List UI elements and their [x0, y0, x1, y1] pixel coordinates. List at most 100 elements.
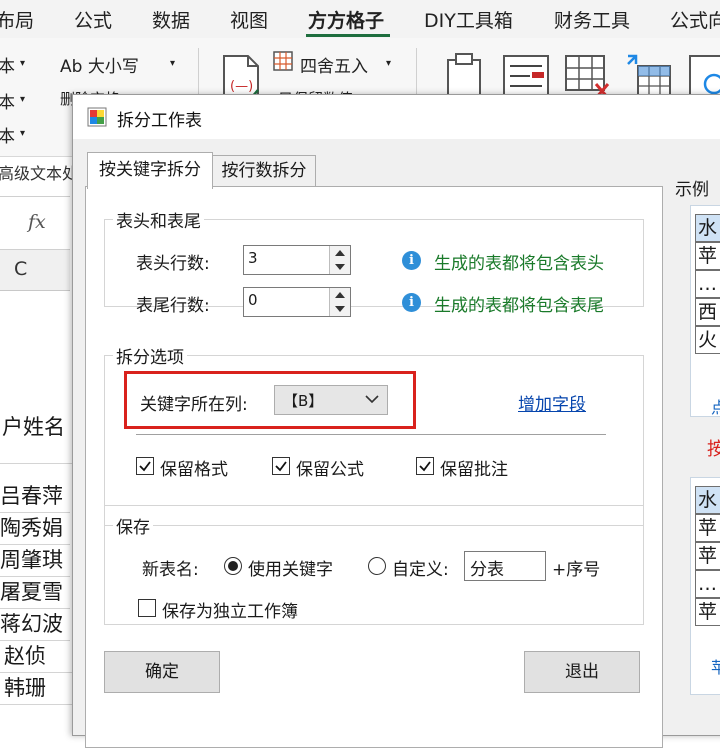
example-bottom-panel: 水 苹 苹 … 苹 苹: [690, 477, 720, 695]
triangle-down-icon: [335, 306, 345, 312]
ribbon-tab-view[interactable]: 视图: [230, 6, 268, 33]
suffix-label: +序号: [552, 560, 601, 580]
header-rows-stepper[interactable]: 3: [243, 245, 351, 275]
custom-name-input[interactable]: 分表: [464, 551, 546, 581]
tab-split-by-keyword[interactable]: 按关键字拆分: [87, 152, 213, 189]
chevron-down-icon[interactable]: ▾: [386, 58, 391, 69]
formula-bar: fx: [0, 196, 70, 250]
example-cell: …: [695, 570, 720, 598]
cell[interactable]: 赵侦: [0, 641, 74, 673]
custom-name-label[interactable]: 自定义:: [392, 555, 449, 580]
group-label-advanced-text: 高级文本处: [0, 164, 79, 183]
dialog-title: 拆分工作表: [117, 111, 202, 131]
key-column-dropdown[interactable]: 【B】: [274, 385, 388, 415]
options-divider: [136, 434, 606, 435]
check-icon: [139, 461, 151, 472]
triangle-down-icon: [335, 264, 345, 270]
cell[interactable]: 韩珊: [0, 673, 74, 705]
ribbon-tab-fangfang[interactable]: 方方格子: [308, 6, 384, 33]
stepper-buttons: [329, 288, 350, 316]
round-button[interactable]: 四舍五入: [300, 52, 368, 77]
chevron-down-icon[interactable]: ▾: [20, 58, 25, 69]
header-hint: 生成的表都将包含表头: [434, 254, 604, 274]
custom-name-radio[interactable]: [368, 557, 386, 575]
example-cell: 西: [695, 298, 720, 326]
column-header-c[interactable]: C: [14, 258, 27, 280]
chevron-down-icon[interactable]: ▾: [170, 58, 175, 69]
function-icon[interactable]: fx: [28, 211, 46, 233]
stepper-buttons: [329, 246, 350, 274]
stepper-down-button[interactable]: [330, 302, 350, 316]
case-button[interactable]: Ab 大小写: [60, 52, 139, 77]
use-keyword-label[interactable]: 使用关键字: [248, 555, 333, 580]
split-options-group-title: 拆分选项: [113, 343, 187, 368]
footer-rows-label: 表尾行数:: [136, 296, 210, 316]
keep-comment-checkbox[interactable]: [416, 457, 434, 475]
keep-format-label[interactable]: 保留格式: [160, 455, 228, 480]
footer-hint: 生成的表都将包含表尾: [434, 296, 604, 316]
footer-rows-stepper[interactable]: 0: [243, 287, 351, 317]
ribbon-tab-diy[interactable]: DIY工具箱: [424, 6, 513, 33]
stepper-up-button[interactable]: [330, 246, 350, 261]
tab-split-by-rows[interactable]: 按行数拆分: [212, 155, 316, 186]
cell[interactable]: 屠夏雪: [0, 577, 70, 609]
example-cell: 水: [695, 214, 720, 242]
header-rows-value[interactable]: 3: [248, 249, 258, 267]
custom-name-value: 分表: [470, 560, 504, 580]
keep-formula-label[interactable]: 保留公式: [296, 455, 364, 480]
keep-format-checkbox[interactable]: [136, 457, 154, 475]
example-arrow-text: 按: [707, 439, 720, 460]
chevron-down-icon: [365, 395, 379, 403]
save-group-title: 保存: [113, 513, 153, 538]
ribbon-tab-formula-more[interactable]: 公式向: [670, 6, 720, 33]
example-cell: 苹: [695, 514, 720, 542]
ribbon-tab-data[interactable]: 数据: [152, 6, 190, 33]
ribbon-tab-finance[interactable]: 财务工具: [554, 6, 630, 33]
keep-comment-label[interactable]: 保留批注: [440, 455, 508, 480]
stepper-up-button[interactable]: [330, 288, 350, 303]
example-cell: 火: [695, 326, 720, 354]
cell[interactable]: 陶秀娟: [0, 513, 70, 545]
split-sheet-dialog: 拆分工作表 按关键字拆分 按行数拆分 表头和表尾 表头行数: 3 i 生成的表都…: [72, 94, 720, 748]
example-cell: 水: [695, 486, 720, 514]
header-rows-label: 表头行数:: [136, 254, 210, 274]
save-workbook-label[interactable]: 保存为独立工作簿: [162, 597, 298, 622]
example-bottom-link: 苹: [711, 658, 720, 677]
use-keyword-radio[interactable]: [224, 557, 242, 575]
ribbon-item-1[interactable]: 本: [0, 52, 15, 77]
new-name-label: 新表名:: [142, 560, 199, 580]
dialog-titlebar[interactable]: 拆分工作表: [73, 95, 720, 139]
info-icon: i: [402, 251, 421, 270]
add-field-link[interactable]: 增加字段: [518, 390, 586, 415]
header-footer-group-title: 表头和表尾: [113, 207, 204, 232]
svg-text:(—): (—): [230, 79, 253, 94]
ribbon-tab-layout[interactable]: 布局: [0, 6, 34, 33]
ribbon-tab-formulas[interactable]: 公式: [74, 6, 112, 33]
example-top-link: 点: [711, 398, 720, 417]
keep-formula-checkbox[interactable]: [272, 457, 290, 475]
cell-header[interactable]: 户姓名: [0, 391, 72, 464]
ribbon-tab-bar: 布局 公式 数据 视图 方方格子 DIY工具箱 财务工具 公式向: [0, 0, 720, 38]
save-workbook-checkbox[interactable]: [138, 599, 156, 617]
check-icon: [419, 461, 431, 472]
example-cell: 苹: [695, 598, 720, 626]
ribbon-item-2[interactable]: 本: [0, 88, 15, 113]
cell[interactable]: 周肇琪: [0, 545, 70, 577]
footer-rows-value[interactable]: 0: [248, 291, 258, 309]
table-swap-icon[interactable]: [624, 52, 672, 100]
ribbon-item-3[interactable]: 本: [0, 122, 15, 147]
example-cell: 苹: [695, 542, 720, 570]
ok-button[interactable]: 确定: [104, 651, 220, 693]
info-icon: i: [402, 293, 421, 312]
check-icon: [275, 461, 287, 472]
cell[interactable]: 吕春萍: [0, 481, 70, 513]
stepper-down-button[interactable]: [330, 260, 350, 274]
radio-dot: [228, 561, 238, 571]
triangle-up-icon: [335, 292, 345, 298]
sheet-cells: 户姓名 吕春萍 陶秀娟 周肇琪 屠夏雪 蒋幻波 赵侦 韩珊: [0, 291, 74, 711]
chevron-down-icon[interactable]: ▾: [20, 94, 25, 105]
chevron-down-icon[interactable]: ▾: [20, 128, 25, 139]
key-column-label: 关键字所在列:: [140, 395, 248, 415]
cell[interactable]: 蒋幻波: [0, 609, 70, 641]
exit-button[interactable]: 退出: [524, 651, 640, 693]
